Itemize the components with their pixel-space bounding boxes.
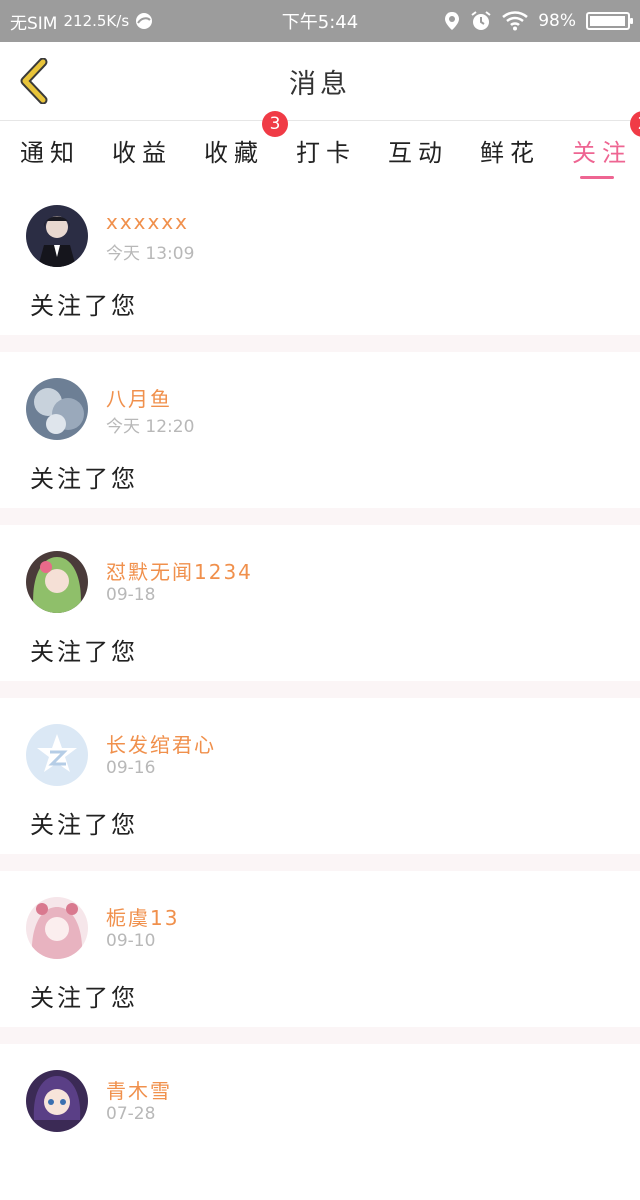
app-notification-icon	[136, 13, 153, 29]
list-item[interactable]: 八月鱼 今天 12:20 关注了您	[0, 352, 640, 508]
message-time: 07-28	[106, 1104, 156, 1124]
avatar[interactable]	[26, 897, 88, 959]
message-content: 关注了您	[30, 465, 138, 493]
battery-level-fill	[590, 16, 626, 26]
tab-label: 鲜花	[480, 139, 540, 167]
tab-favorites[interactable]: 收藏 3	[204, 111, 288, 179]
tab-flowers[interactable]: 鲜花	[480, 121, 540, 179]
avatar[interactable]	[26, 378, 88, 440]
sender-name[interactable]: xxxxxx	[106, 210, 189, 234]
carrier-label: 无SIM	[10, 13, 58, 34]
avatar[interactable]	[26, 1070, 88, 1132]
sender-name[interactable]: 青木雪	[106, 1075, 172, 1104]
message-time: 今天 12:20	[106, 417, 195, 437]
message-time: 今天 13:09	[106, 244, 195, 264]
tab-bar: 通知 收益 收藏 3 打卡 互动 鲜花 关注 2	[0, 111, 640, 179]
sender-name[interactable]: 长发绾君心	[106, 729, 216, 758]
tab-notice[interactable]: 通知	[20, 121, 80, 179]
message-time: 09-10	[106, 931, 156, 951]
tab-label: 收益	[112, 139, 172, 167]
avatar[interactable]	[26, 724, 88, 786]
tab-label: 收藏	[204, 139, 264, 167]
list-item[interactable]: 栀虞13 09-10 关注了您	[0, 871, 640, 1027]
back-button[interactable]	[14, 56, 54, 106]
battery-icon	[586, 12, 633, 30]
chevron-left-icon	[20, 58, 48, 104]
avatar[interactable]	[26, 205, 88, 267]
tab-label: 互动	[388, 139, 448, 167]
battery-percent: 98%	[538, 11, 576, 31]
message-content: 关注了您	[30, 638, 138, 666]
list-item[interactable]: 青木雪 07-28	[0, 1044, 640, 1200]
header-bar: 消息	[0, 42, 640, 121]
status-bar: 无SIM 212.5K/s 下午5:44 98%	[0, 0, 640, 42]
sender-name[interactable]: 栀虞13	[106, 902, 179, 931]
wifi-icon	[502, 11, 529, 31]
tab-label: 通知	[20, 139, 80, 167]
net-speed: 212.5K/s	[63, 12, 130, 30]
tab-interaction[interactable]: 互动	[388, 121, 448, 179]
sender-name[interactable]: 八月鱼	[106, 383, 172, 412]
message-time: 09-18	[106, 585, 156, 605]
avatar[interactable]	[26, 551, 88, 613]
page-title: 消息	[289, 68, 351, 100]
message-content: 关注了您	[30, 984, 138, 1012]
list-item[interactable]: xxxxxx 今天 13:09 关注了您	[0, 179, 640, 335]
alarm-icon	[471, 11, 491, 30]
unread-badge: 3	[262, 111, 288, 137]
message-list: xxxxxx 今天 13:09 关注了您 八月鱼 今天 12:20 关注了您 怼…	[0, 179, 640, 1200]
status-right: 98%	[444, 10, 633, 32]
tab-following[interactable]: 关注 2	[572, 111, 640, 179]
message-content: 关注了您	[30, 292, 138, 320]
list-item[interactable]: 长发绾君心 09-16 关注了您	[0, 698, 640, 854]
location-icon	[445, 12, 460, 30]
tab-label: 打卡	[296, 139, 356, 167]
status-left: 无SIM 212.5K/s	[10, 9, 153, 34]
list-item[interactable]: 怼默无闻1234 09-18 关注了您	[0, 525, 640, 681]
sender-name[interactable]: 怼默无闻1234	[106, 556, 253, 585]
tab-label: 关注	[572, 139, 632, 167]
tab-checkin[interactable]: 打卡	[296, 121, 356, 179]
message-time: 09-16	[106, 758, 156, 778]
tab-earnings[interactable]: 收益	[112, 121, 172, 179]
message-content: 关注了您	[30, 811, 138, 839]
